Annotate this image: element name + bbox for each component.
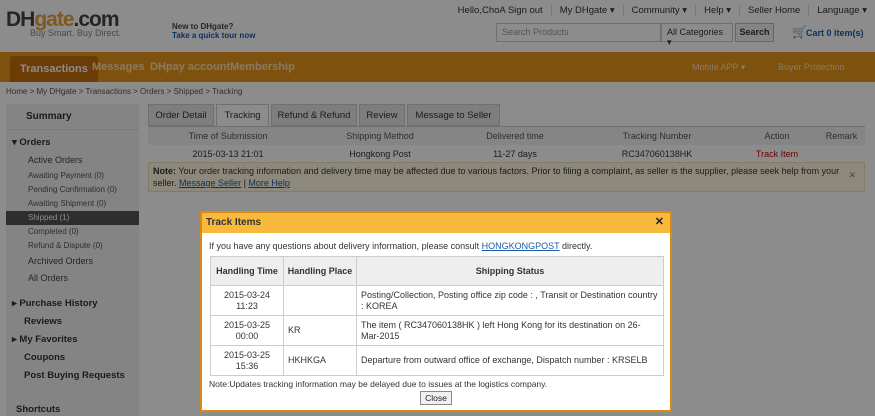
close-icon[interactable]: ✕ (655, 215, 664, 228)
cell-handling-place: HKHKGA (283, 345, 357, 376)
cell-handling-place (283, 285, 357, 316)
table-row: 2015-03-24 11:23 Posting/Collection, Pos… (210, 285, 664, 316)
th-shipping-status: Shipping Status (356, 256, 664, 286)
shipping-status-table: Handling Time Handling Place Shipping St… (210, 256, 664, 376)
dialog-intro: If you have any questions about delivery… (209, 241, 592, 251)
dialog-title: Track Items (202, 213, 670, 233)
cell-handling-time: 2015-03-25 15:36 (210, 345, 284, 376)
page: DHgate.com Buy Smart. Buy Direct. New to… (0, 0, 875, 416)
cell-shipping-status: Posting/Collection, Posting office zip c… (356, 285, 664, 316)
hongkongpost-link[interactable]: HONGKONGPOST (482, 241, 560, 251)
table-row: 2015-03-25 00:00 KR The item ( RC3470601… (210, 315, 664, 346)
th-handling-place: Handling Place (283, 256, 357, 286)
track-items-dialog: Track Items ✕ If you have any questions … (200, 211, 672, 412)
th-handling-time: Handling Time (210, 256, 284, 286)
cell-handling-time: 2015-03-25 00:00 (210, 315, 284, 346)
cell-handling-place: KR (283, 315, 357, 346)
cell-handling-time: 2015-03-24 11:23 (210, 285, 284, 316)
intro-text-b: directly. (559, 241, 593, 251)
close-button[interactable]: Close (420, 391, 452, 405)
cell-shipping-status: Departure from outward office of exchang… (356, 345, 664, 376)
intro-text-a: If you have any questions about delivery… (209, 241, 482, 251)
dialog-note: Note:Updates tracking information may be… (209, 379, 548, 389)
status-table-header: Handling Time Handling Place Shipping St… (210, 256, 664, 286)
table-row: 2015-03-25 15:36 HKHKGA Departure from o… (210, 345, 664, 376)
cell-shipping-status: The item ( RC347060138HK ) left Hong Kon… (356, 315, 664, 346)
